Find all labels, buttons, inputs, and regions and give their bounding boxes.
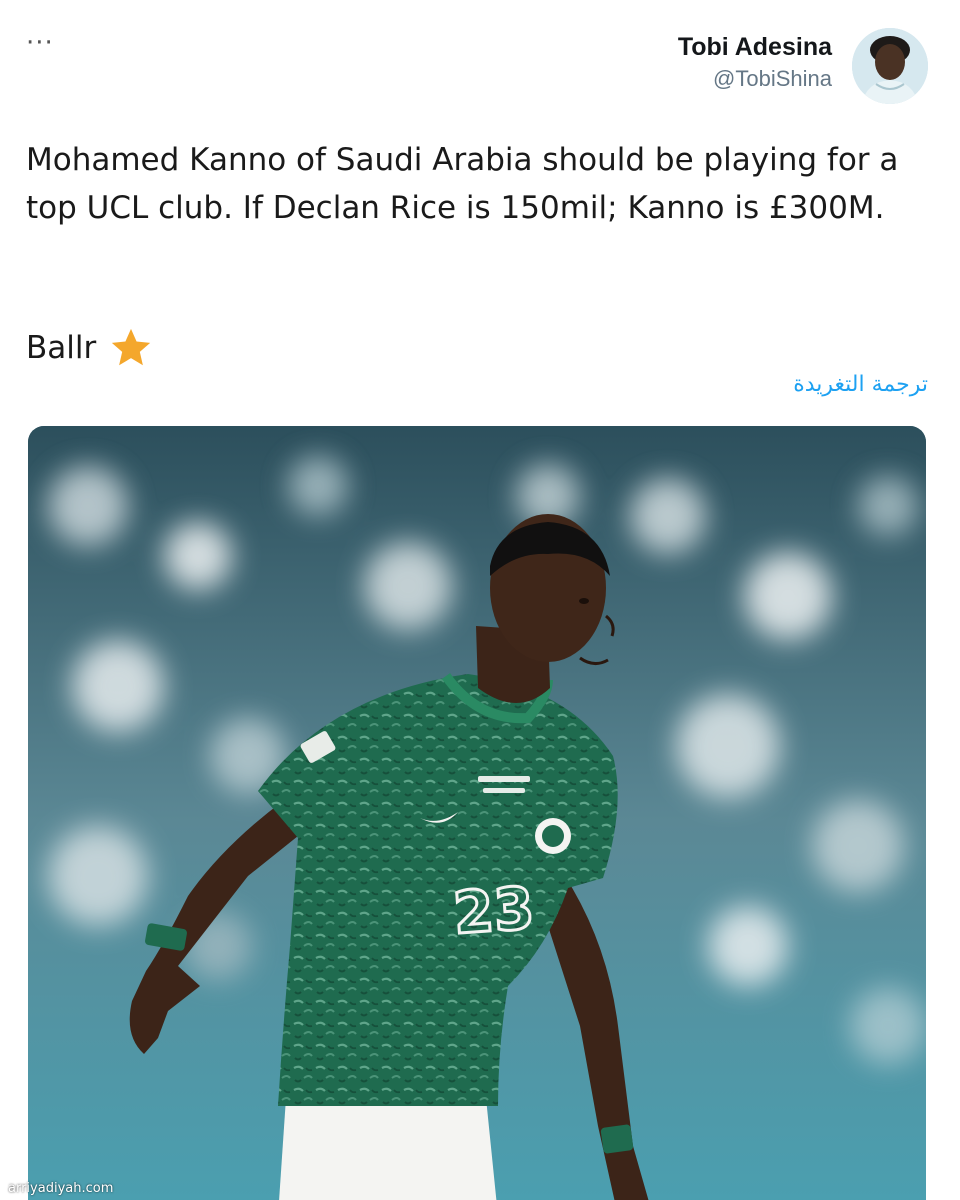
- author-name[interactable]: Tobi Adesina: [678, 32, 832, 62]
- tweet-closing-line: Ballr: [26, 324, 154, 372]
- jersey-number: 23: [451, 874, 536, 947]
- author-handle[interactable]: @TobiShina: [678, 64, 832, 94]
- player-photo: 23: [28, 426, 926, 1200]
- tweet-media-photo[interactable]: 23: [28, 426, 926, 1200]
- star-icon: [112, 328, 151, 366]
- avatar-image: [852, 28, 928, 104]
- more-options-button[interactable]: ···: [26, 28, 54, 58]
- tweet-text: Mohamed Kanno of Saudi Arabia should be …: [26, 142, 899, 226]
- avatar[interactable]: [852, 28, 928, 104]
- site-watermark: arriyadiyah.com: [8, 1181, 114, 1196]
- author-block[interactable]: Tobi Adesina @TobiShina: [678, 32, 832, 94]
- closing-word: Ballr: [26, 330, 97, 366]
- translate-tweet-link[interactable]: ترجمة التغريدة: [793, 372, 928, 397]
